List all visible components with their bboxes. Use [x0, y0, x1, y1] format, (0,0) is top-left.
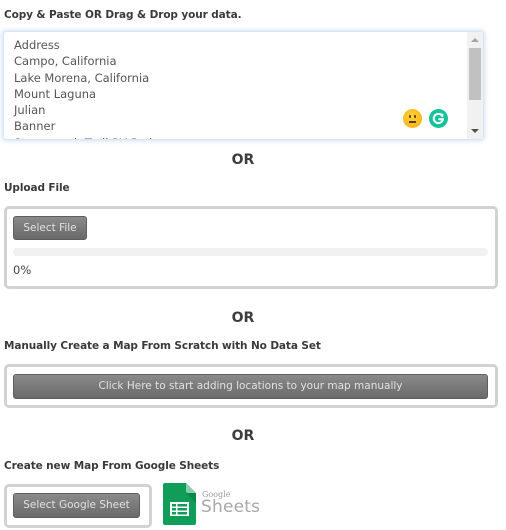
neutral-face-emoji-icon[interactable]: [403, 109, 422, 128]
scroll-up-arrow-icon[interactable]: [471, 38, 479, 42]
textarea-line: Julian: [14, 103, 46, 118]
textarea-line: Lake Morena, California: [14, 70, 150, 85]
select-file-button[interactable]: Select File: [13, 216, 87, 240]
google-sheets-logo-icon: [163, 483, 196, 525]
or-separator: OR: [231, 428, 255, 444]
select-google-sheet-button[interactable]: Select Google Sheet: [13, 493, 140, 518]
grammarly-icon[interactable]: [429, 109, 448, 128]
add-locations-manually-button[interactable]: Click Here to start adding locations to …: [13, 374, 488, 399]
scroll-down-arrow-icon[interactable]: [471, 129, 479, 133]
google-sheets-logo-sheets-text: Sheets: [201, 497, 261, 517]
textarea-line: Address: [14, 38, 60, 52]
textarea-line: Banner: [14, 119, 56, 134]
upload-progress-text: 0%: [13, 263, 32, 277]
textarea-content: Address Campo, California Lake Morena, C…: [14, 37, 156, 139]
upload-section-label: Upload File: [4, 182, 70, 194]
or-separator: OR: [231, 152, 255, 168]
textarea-line: Stagecoach Trail RV Park: [14, 135, 156, 139]
paste-section-label: Copy & Paste OR Drag & Drop your data.: [4, 9, 242, 21]
upload-progress-bar: [13, 248, 488, 256]
manual-section-label: Manually Create a Map From Scratch with …: [4, 340, 321, 352]
or-separator: OR: [231, 310, 255, 326]
textarea-scrollbar[interactable]: [467, 32, 483, 139]
scrollbar-thumb[interactable]: [469, 48, 481, 100]
textarea-line: Mount Laguna: [14, 86, 97, 101]
textarea-line: Campo, California: [14, 54, 117, 69]
sheets-section-label: Create new Map From Google Sheets: [4, 460, 220, 472]
